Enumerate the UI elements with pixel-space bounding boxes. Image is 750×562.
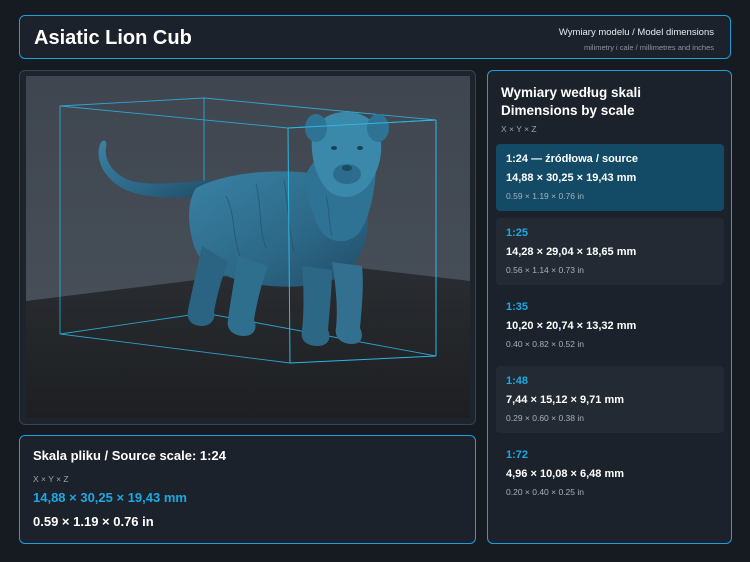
scale-dimensions-mm: 14,88 × 30,25 × 19,43 mm: [506, 172, 637, 184]
model-viewport-panel: [19, 70, 476, 425]
scale-label: 1:35: [506, 301, 529, 313]
header-subtitle: Wymiary modelu / Model dimensions: [558, 27, 714, 38]
model-render: [26, 76, 470, 418]
scale-card-1-25[interactable]: 1:25 14,28 × 29,04 × 18,65 mm 0.56 × 1.1…: [496, 218, 724, 285]
scale-label: 1:72: [506, 449, 529, 461]
scale-label: 1:25: [506, 227, 529, 239]
source-dimensions-mm: 14,88 × 30,25 × 19,43 mm: [33, 490, 187, 505]
model-viewport[interactable]: [26, 76, 470, 418]
scale-dimensions-inches: 0.40 × 0.82 × 0.52 in: [506, 339, 584, 349]
scale-list-title: Wymiary według skali Dimensions by scale: [501, 85, 642, 118]
scale-dimensions-mm: 14,28 × 29,04 × 18,65 mm: [506, 246, 637, 258]
scale-dimensions-inches: 0.20 × 0.40 × 0.25 in: [506, 487, 584, 497]
scale-dimensions-inches: 0.56 × 1.14 × 0.73 in: [506, 265, 584, 275]
source-scale-title: Skala pliku / Source scale: 1:24: [33, 448, 226, 463]
scale-axes-label: X × Y × Z: [501, 124, 537, 134]
model-title: Asiatic Lion Cub: [34, 27, 192, 49]
scale-dimensions-inches: 0.29 × 0.60 × 0.38 in: [506, 413, 584, 423]
source-axes-label: X × Y × Z: [33, 474, 69, 484]
dimensions-by-scale-panel: Wymiary według skali Dimensions by scale…: [487, 70, 732, 544]
scale-card-1-72[interactable]: 1:72 4,96 × 10,08 × 6,48 mm 0.20 × 0.40 …: [496, 440, 724, 507]
scale-card-1-35[interactable]: 1:35 10,20 × 20,74 × 13,32 mm 0.40 × 0.8…: [496, 292, 724, 359]
source-dimensions-inches: 0.59 × 1.19 × 0.76 in: [33, 514, 154, 529]
scale-dimensions-inches: 0.59 × 1.19 × 0.76 in: [506, 191, 584, 201]
source-scale-panel: Skala pliku / Source scale: 1:24 X × Y ×…: [19, 435, 476, 544]
scale-dimensions-mm: 10,20 × 20,74 × 13,32 mm: [506, 320, 637, 332]
scale-card-1-24[interactable]: 1:24 — źródłowa / source 14,88 × 30,25 ×…: [496, 144, 724, 211]
scale-dimensions-mm: 7,44 × 15,12 × 9,71 mm: [506, 394, 625, 406]
header-info: Wymiary modelu / Model dimensions milime…: [559, 27, 714, 52]
scale-card-1-48[interactable]: 1:48 7,44 × 15,12 × 9,71 mm 0.29 × 0.60 …: [496, 366, 724, 433]
scale-label: 1:24 — źródłowa / source: [506, 153, 639, 165]
header-units-note: milimetry i cale / millimetres and inche…: [583, 43, 714, 52]
scale-dimensions-mm: 4,96 × 10,08 × 6,48 mm: [506, 468, 625, 480]
scale-label: 1:48: [506, 375, 529, 387]
header-bar: Asiatic Lion Cub Wymiary modelu / Model …: [19, 15, 731, 59]
